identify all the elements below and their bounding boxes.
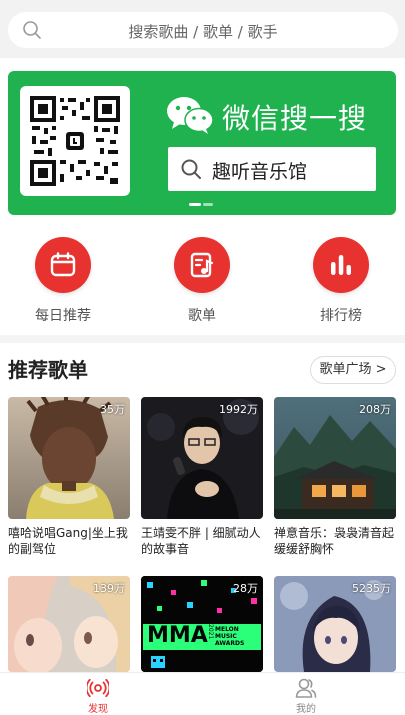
playlist-card[interactable]: 1992万 王靖雯不胖 | 细腻动人的故事音 [141, 397, 263, 557]
section-title: 推荐歌单 [8, 358, 88, 382]
tab-mine[interactable]: 我的 [276, 677, 336, 715]
mma-awards-text: MELON MUSIC AWARDS [215, 626, 245, 647]
playlist-title: 王靖雯不胖 | 细腻动人的故事音 [141, 526, 261, 556]
playlist-cover: 208万 [274, 397, 396, 519]
tab-label: 发现 [88, 704, 108, 715]
playlist-cover: 1992万 [141, 397, 263, 519]
qr-code-image [30, 96, 120, 186]
tab-discover[interactable]: 发现 [68, 677, 128, 715]
playlist-square-button[interactable]: 歌单广场 > [310, 356, 396, 384]
playlist-cover: 35万 [8, 397, 130, 519]
play-count: 5235万 [352, 582, 391, 595]
search-input[interactable]: 搜索歌曲 / 歌单 / 歌手 [8, 12, 398, 48]
shortcut-label: 歌单 [188, 308, 216, 324]
qr-code [20, 86, 130, 196]
search-icon [181, 159, 201, 179]
bar-chart-icon [331, 255, 351, 275]
playlist-cover: 5235万 [274, 576, 396, 672]
shortcut-label: 每日推荐 [35, 308, 91, 324]
mma-logo: MMA [147, 623, 208, 648]
playlist-button[interactable]: 歌单 [152, 233, 252, 325]
play-count: 1992万 [219, 403, 258, 416]
carousel-indicator [189, 203, 213, 215]
carousel-dot [203, 203, 213, 206]
shortcut-circle [313, 237, 369, 293]
playlist-card[interactable]: 5235万 [274, 576, 396, 672]
wechat-search-box[interactable]: 趣听音乐馆 [168, 147, 376, 191]
wechat-search-title: 微信搜一搜 [222, 102, 368, 135]
music-note-icon [190, 252, 214, 278]
play-count: 35万 [100, 403, 125, 416]
daily-recommend-button[interactable]: 每日推荐 [13, 233, 113, 325]
wechat-banner[interactable]: 微信搜一搜 趣听音乐馆 [8, 71, 396, 215]
play-count: 28万 [233, 582, 258, 595]
play-count: 208万 [359, 403, 391, 416]
playlist-title: 嘻哈说唱Gang|坐上我的副驾位 [8, 526, 128, 556]
carousel-dot-active [189, 203, 201, 206]
top-bar: 搜索歌曲 / 歌单 / 歌手 [0, 0, 405, 58]
section-divider [0, 335, 405, 343]
tab-label: 我的 [296, 704, 316, 715]
playlist-cover: 139万 [8, 576, 130, 672]
radio-icon [87, 678, 109, 698]
calendar-icon [50, 252, 76, 277]
playlist-card[interactable]: 35万 嘻哈说唱Gang|坐上我的副驾位 [8, 397, 130, 557]
mma-year: 2021 [207, 624, 214, 640]
playlist-card[interactable]: 139万 [8, 576, 130, 672]
playlist-cover: MMA 2021 MELON MUSIC AWARDS 28万 [141, 576, 263, 672]
search-placeholder: 搜索歌曲 / 歌单 / 歌手 [128, 23, 278, 41]
shortcut-row: 每日推荐 歌单 排行榜 [0, 233, 405, 333]
shortcut-label: 排行榜 [320, 308, 362, 324]
user-icon [295, 678, 317, 698]
playlist-card[interactable]: 208万 禅意音乐：袅袅清音起 缓缓舒胸怀 [274, 397, 396, 557]
wechat-search-text: 趣听音乐馆 [212, 161, 308, 183]
shortcut-circle [174, 237, 230, 293]
bottom-tab-bar: 发现 我的 [0, 672, 405, 715]
wechat-logo-icon [167, 97, 214, 134]
playlist-title: 禅意音乐：袅袅清音起 缓缓舒胸怀 [274, 526, 395, 556]
shortcut-circle [35, 237, 91, 293]
play-count: 139万 [93, 582, 125, 595]
playlist-card[interactable]: MMA 2021 MELON MUSIC AWARDS 28万 [141, 576, 263, 672]
ranking-button[interactable]: 排行榜 [291, 233, 391, 325]
